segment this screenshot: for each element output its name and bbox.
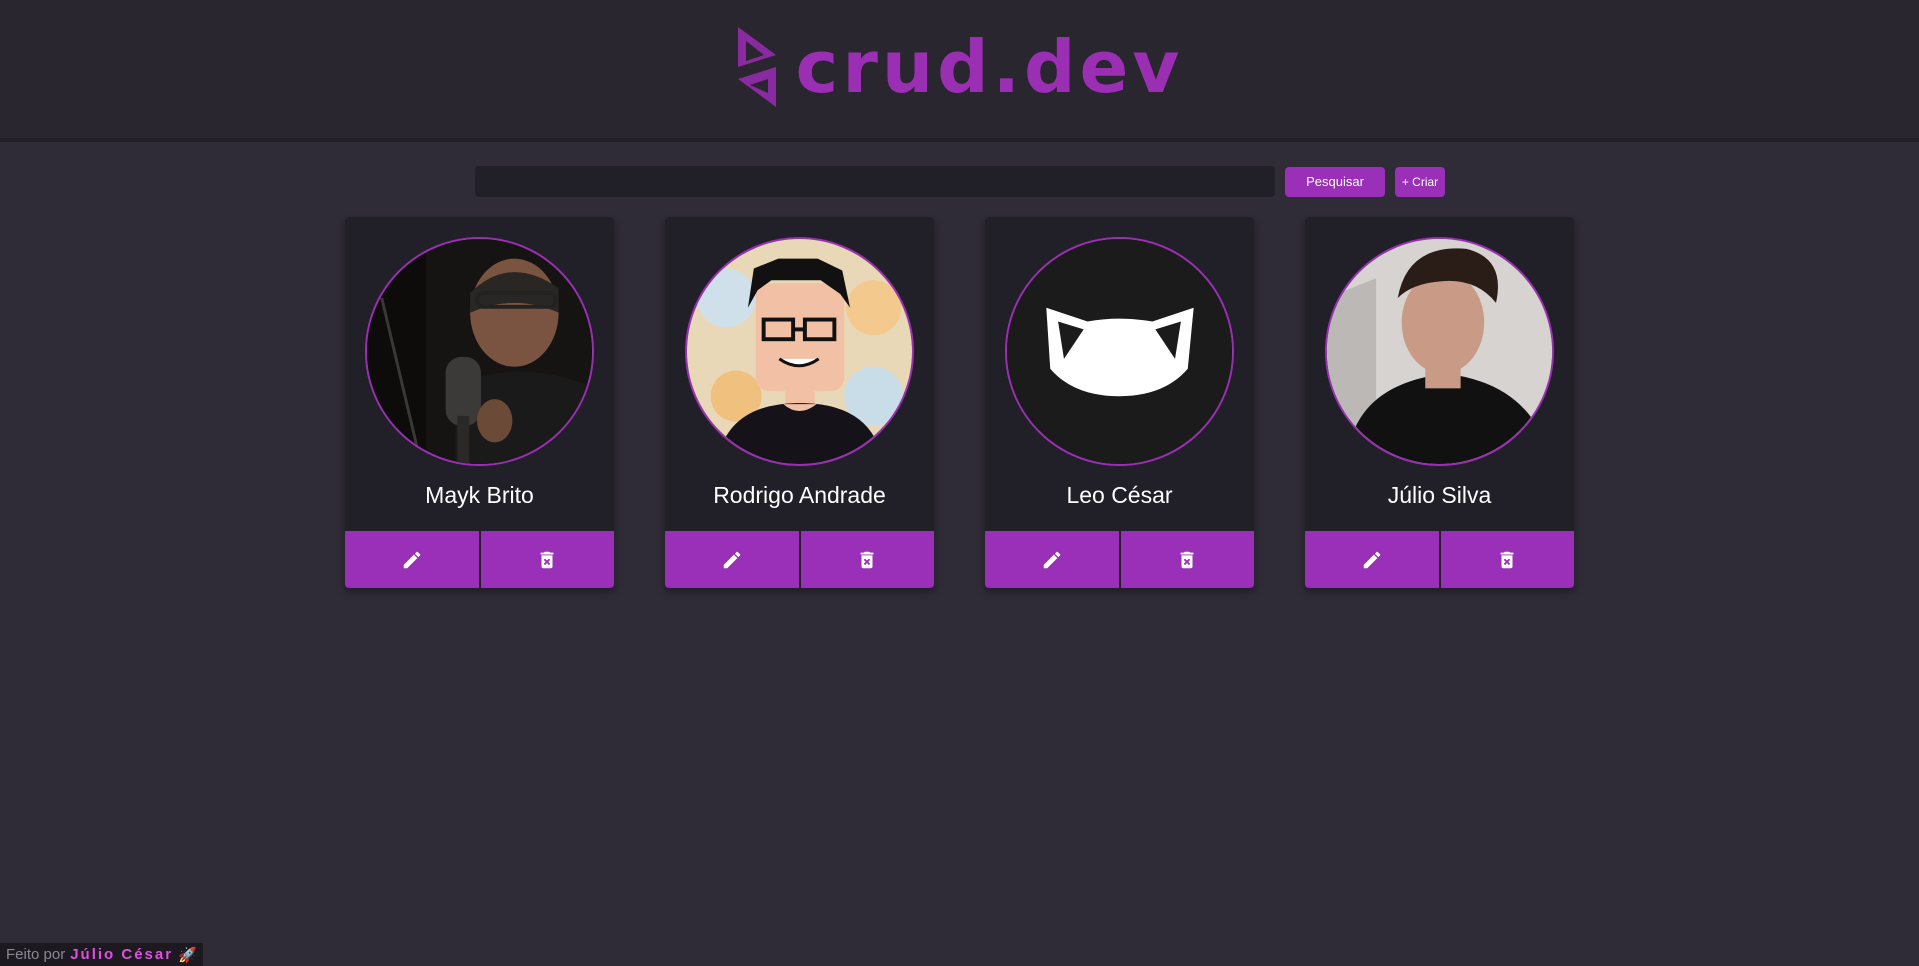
card-actions (665, 531, 934, 588)
pencil-icon (1043, 551, 1061, 568)
rocket-icon: 🚀 (178, 946, 197, 964)
trash-icon (540, 551, 554, 568)
user-card: Leo César (985, 217, 1254, 588)
avatar (365, 237, 594, 466)
pencil-icon (403, 551, 421, 568)
pencil-icon (723, 551, 741, 568)
edit-button[interactable] (1305, 531, 1439, 588)
avatar (1005, 237, 1234, 466)
user-card: Rodrigo Andrade (665, 217, 934, 588)
card-actions (345, 531, 614, 588)
triangles-logo-icon (737, 27, 776, 107)
edit-button[interactable] (345, 531, 479, 588)
delete-button[interactable] (1120, 531, 1254, 588)
user-name: Júlio Silva (1387, 482, 1492, 508)
user-name: Leo César (1066, 482, 1173, 508)
user-name: Rodrigo Andrade (713, 482, 886, 508)
create-button[interactable]: + Criar (1395, 166, 1445, 197)
footer-prefix: Feito por (6, 946, 66, 963)
trash-icon (1500, 551, 1514, 568)
pencil-icon (1363, 551, 1381, 568)
brand[interactable]: crud.dev (736, 25, 1184, 109)
user-photo (1327, 239, 1552, 464)
user-name: Mayk Brito (425, 482, 534, 508)
footer-credit: Feito por Júlio César 🚀 (0, 943, 203, 966)
edit-button[interactable] (985, 531, 1119, 588)
card-actions (985, 531, 1254, 588)
edit-button[interactable] (665, 531, 799, 588)
search-button[interactable]: Pesquisar (1285, 166, 1385, 197)
delete-button[interactable] (480, 531, 614, 588)
app-header: crud.dev (0, 0, 1919, 142)
trash-icon (860, 551, 874, 568)
user-card: Júlio Silva (1305, 217, 1574, 588)
user-card: Mayk Brito (345, 217, 614, 588)
user-photo (367, 239, 592, 464)
toolbar: Pesquisar + Criar (475, 166, 1445, 197)
trash-icon (1180, 551, 1194, 568)
brand-title: crud.dev (795, 25, 1184, 109)
search-input[interactable] (475, 166, 1275, 197)
delete-button[interactable] (800, 531, 934, 588)
card-actions (1305, 531, 1574, 588)
cat-mask-icon (1007, 239, 1232, 464)
pixel-art-avatar (687, 239, 912, 464)
avatar (685, 237, 914, 466)
avatar (1325, 237, 1554, 466)
user-card-list: Mayk Brito Rodrigo Andrade Leo César Júl… (345, 217, 1574, 588)
footer-author-link[interactable]: Júlio César (70, 946, 173, 963)
delete-button[interactable] (1440, 531, 1574, 588)
